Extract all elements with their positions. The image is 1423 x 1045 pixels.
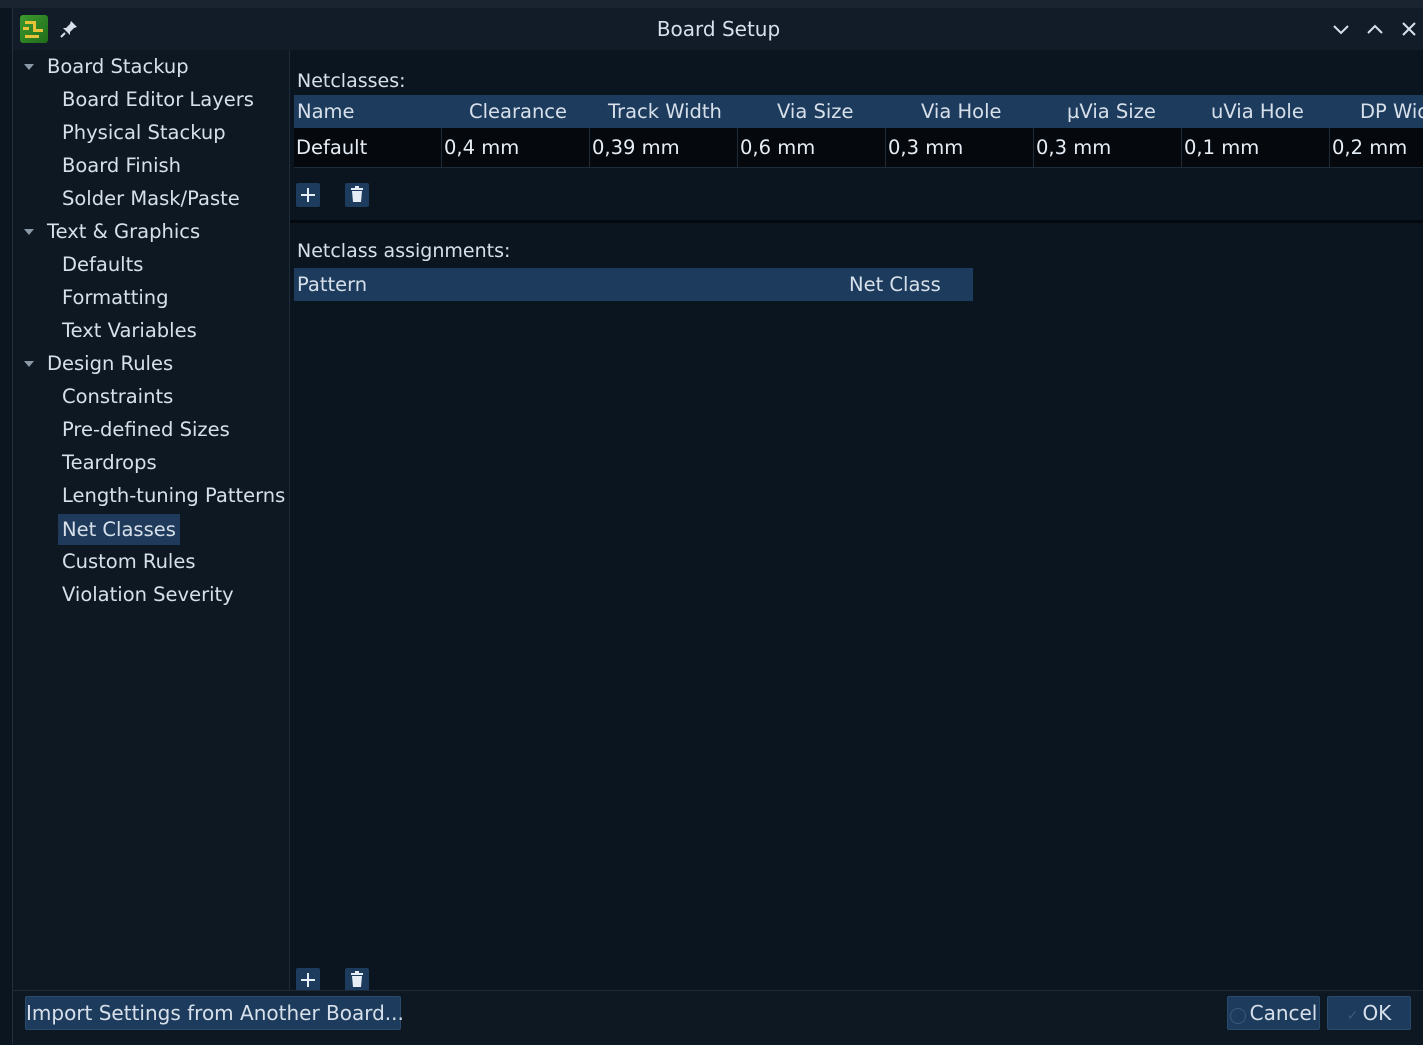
add-assignment-button[interactable]	[296, 968, 320, 990]
tree-item-constraints[interactable]: Constraints	[62, 383, 173, 411]
ok-label: OK	[1362, 1001, 1392, 1025]
column-header-uvia-size[interactable]: µVia Size	[1067, 95, 1156, 128]
tree-item-teardrops[interactable]: Teardrops	[62, 449, 157, 477]
cell-clearance[interactable]: 0,4 mm	[442, 128, 590, 167]
ok-button[interactable]: ✓ OK	[1327, 996, 1411, 1030]
tree-group-text-graphics[interactable]: Text & Graphics	[47, 218, 200, 246]
expand-arrow-icon[interactable]	[24, 229, 34, 235]
delete-netclass-button[interactable]	[345, 183, 369, 207]
cell-via-hole[interactable]: 0,3 mm	[886, 128, 1034, 167]
netclasses-header: Name Clearance Track Width Via Size Via …	[294, 95, 1423, 128]
netclasses-label: Netclasses:	[297, 70, 406, 92]
column-header-name[interactable]: Name	[297, 95, 355, 128]
column-header-track-width[interactable]: Track Width	[608, 95, 722, 128]
tree-group-design-rules[interactable]: Design Rules	[47, 350, 173, 378]
cell-name[interactable]: Default	[294, 128, 442, 167]
column-header-dp-width[interactable]: DP Wid	[1360, 95, 1423, 128]
tree-item-board-editor-layers[interactable]: Board Editor Layers	[62, 86, 254, 114]
add-netclass-button[interactable]	[296, 183, 320, 207]
trash-icon	[351, 971, 363, 987]
delete-assignment-button[interactable]	[345, 968, 369, 990]
tree-item-physical-stackup[interactable]: Physical Stackup	[62, 119, 226, 147]
tree-item-length-tuning-patterns[interactable]: Length-tuning Patterns	[62, 482, 285, 510]
board-setup-dialog: Board Setup Board Stackup Board Editor L…	[12, 8, 1423, 1045]
tree-item-custom-rules[interactable]: Custom Rules	[62, 548, 196, 576]
chevron-up-icon[interactable]	[1364, 18, 1386, 40]
cell-via-size[interactable]: 0,6 mm	[738, 128, 886, 167]
tree-item-solder-mask-paste[interactable]: Solder Mask/Paste	[62, 185, 240, 213]
cancel-icon	[1229, 1008, 1246, 1024]
splitter[interactable]	[290, 220, 1423, 223]
column-header-clearance[interactable]: Clearance	[469, 95, 567, 128]
table-row: Default 0,4 mm 0,39 mm 0,6 mm 0,3 mm 0,3…	[294, 128, 1423, 168]
expand-arrow-icon[interactable]	[24, 64, 34, 70]
tree-item-text-variables[interactable]: Text Variables	[62, 317, 197, 345]
dialog-button-bar: Import Settings from Another Board... Ca…	[13, 990, 1423, 1045]
plus-icon	[301, 188, 315, 202]
net-classes-panel: Netclasses: Name Clearance Track Width V…	[290, 50, 1423, 990]
desktop-top-strip	[0, 0, 1423, 8]
netclass-assignments-label: Netclass assignments:	[297, 240, 511, 262]
plus-icon	[301, 973, 315, 987]
chevron-down-icon[interactable]	[1330, 18, 1352, 40]
tree-item-pre-defined-sizes[interactable]: Pre-defined Sizes	[62, 416, 230, 444]
cancel-label: Cancel	[1249, 1001, 1318, 1025]
trash-icon	[351, 186, 363, 202]
cell-track-width[interactable]: 0,39 mm	[590, 128, 738, 167]
tree-item-board-finish[interactable]: Board Finish	[62, 152, 181, 180]
import-settings-button[interactable]: Import Settings from Another Board...	[25, 996, 404, 1030]
column-header-pattern[interactable]: Pattern	[297, 268, 367, 301]
check-icon: ✓	[1346, 1008, 1359, 1024]
column-header-net-class[interactable]: Net Class	[849, 268, 941, 301]
cell-uvia-hole[interactable]: 0,1 mm	[1182, 128, 1330, 167]
expand-arrow-icon[interactable]	[24, 361, 34, 367]
column-header-via-size[interactable]: Via Size	[777, 95, 854, 128]
close-icon[interactable]	[1398, 18, 1420, 40]
assignments-header: Pattern Net Class	[294, 268, 973, 301]
settings-tree: Board Stackup Board Editor Layers Physic…	[13, 50, 290, 990]
column-header-via-hole[interactable]: Via Hole	[921, 95, 1002, 128]
window-title: Board Setup	[656, 17, 781, 41]
column-header-uvia-hole[interactable]: uVia Hole	[1211, 95, 1304, 128]
tree-item-defaults[interactable]: Defaults	[62, 251, 143, 279]
cell-uvia-size[interactable]: 0,3 mm	[1034, 128, 1182, 167]
tree-group-board-stackup[interactable]: Board Stackup	[47, 53, 189, 81]
tree-item-formatting[interactable]: Formatting	[62, 284, 169, 312]
tree-item-violation-severity[interactable]: Violation Severity	[62, 581, 234, 609]
tree-item-net-classes[interactable]: Net Classes	[58, 514, 180, 545]
cell-dp-width[interactable]: 0,2 mm	[1330, 128, 1423, 167]
title-bar: Board Setup	[13, 8, 1423, 50]
cancel-button[interactable]: Cancel	[1227, 996, 1320, 1030]
